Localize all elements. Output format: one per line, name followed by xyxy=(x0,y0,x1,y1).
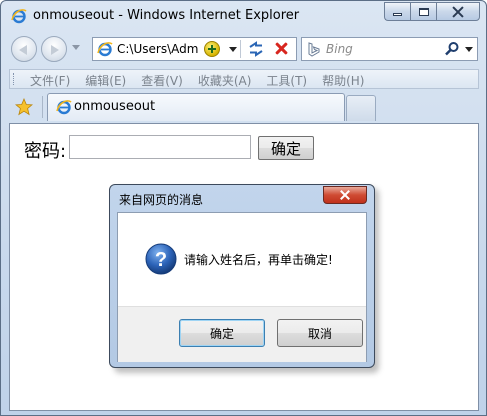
title-bar: onmouseout - Windows Internet Explorer xyxy=(1,1,486,31)
maximize-icon xyxy=(418,7,429,16)
dialog-title: 来自网页的消息 xyxy=(119,193,204,207)
ie-tab-icon xyxy=(56,100,72,115)
menu-tools[interactable]: 工具(T) xyxy=(266,72,307,89)
maximize-button[interactable] xyxy=(410,2,436,21)
dialog-footer: 确定 取消 xyxy=(118,306,366,362)
menu-view[interactable]: 查看(V) xyxy=(141,72,183,89)
tab-bar: onmouseout xyxy=(1,93,486,123)
address-divider xyxy=(240,40,241,58)
search-input[interactable]: Bing xyxy=(326,42,353,56)
favorites-star-icon[interactable] xyxy=(15,98,33,116)
address-input[interactable]: C:\Users\Adm xyxy=(117,42,203,56)
search-options-dropdown[interactable] xyxy=(465,47,473,52)
close-icon xyxy=(340,190,350,200)
new-tab-button[interactable] xyxy=(346,95,376,121)
search-icon[interactable] xyxy=(444,41,460,57)
close-icon xyxy=(452,6,464,18)
navigation-bar: C:\Users\Adm Bing xyxy=(1,33,486,65)
back-arrow-icon xyxy=(19,45,27,55)
recent-pages-dropdown[interactable] xyxy=(72,45,80,50)
dialog-message: 请输入姓名后，再单击确定! xyxy=(184,253,333,267)
window-title: onmouseout - Windows Internet Explorer xyxy=(33,8,300,23)
compat-view-icon[interactable] xyxy=(204,41,220,57)
forward-arrow-icon xyxy=(51,45,59,55)
minimize-icon xyxy=(393,13,402,16)
page-confirm-button[interactable]: 确定 xyxy=(258,136,314,160)
menu-help[interactable]: 帮助(H) xyxy=(322,72,364,89)
tab-onmouseout[interactable]: onmouseout xyxy=(47,93,345,121)
menu-edit[interactable]: 编辑(E) xyxy=(85,72,126,89)
ie-page-icon xyxy=(97,42,113,57)
dialog-close-button[interactable] xyxy=(323,186,367,204)
minimize-button[interactable] xyxy=(384,2,410,21)
tab-divider xyxy=(42,96,43,118)
address-bar[interactable]: C:\Users\Adm xyxy=(92,37,297,61)
menu-grip xyxy=(13,73,16,85)
tab-label: onmouseout xyxy=(74,99,156,114)
dialog-ok-button[interactable]: 确定 xyxy=(179,319,265,347)
close-button[interactable] xyxy=(436,2,480,21)
search-box[interactable]: Bing xyxy=(301,37,478,61)
browser-window: onmouseout - Windows Internet Explorer C… xyxy=(0,0,487,416)
svg-text:?: ? xyxy=(155,249,167,271)
password-field[interactable] xyxy=(69,135,251,159)
caption-buttons xyxy=(384,2,480,22)
bing-icon xyxy=(308,42,320,57)
forward-button[interactable] xyxy=(41,36,67,62)
menu-favorites[interactable]: 收藏夹(A) xyxy=(198,72,252,89)
dialog-cancel-button[interactable]: 取消 xyxy=(277,319,363,347)
menu-items: 文件(F) 编辑(E) 查看(V) 收藏夹(A) 工具(T) 帮助(H) xyxy=(30,72,379,89)
stop-icon xyxy=(274,41,288,55)
address-dropdown[interactable] xyxy=(229,47,237,52)
password-label: 密码: xyxy=(24,141,67,162)
question-icon: ? xyxy=(145,243,177,275)
alert-dialog: 来自网页的消息 ? 请输入姓名后，再单击确定! 确定 取消 xyxy=(109,184,375,368)
refresh-icon[interactable] xyxy=(246,40,266,58)
stop-button[interactable] xyxy=(271,40,291,58)
ie-icon xyxy=(11,9,27,24)
menu-bar: 文件(F) 编辑(E) 查看(V) 收藏夹(A) 工具(T) 帮助(H) xyxy=(9,69,479,89)
menu-file[interactable]: 文件(F) xyxy=(30,72,70,89)
dialog-body: ? 请输入姓名后，再单击确定! 确定 取消 xyxy=(117,212,367,362)
back-button[interactable] xyxy=(11,36,37,62)
